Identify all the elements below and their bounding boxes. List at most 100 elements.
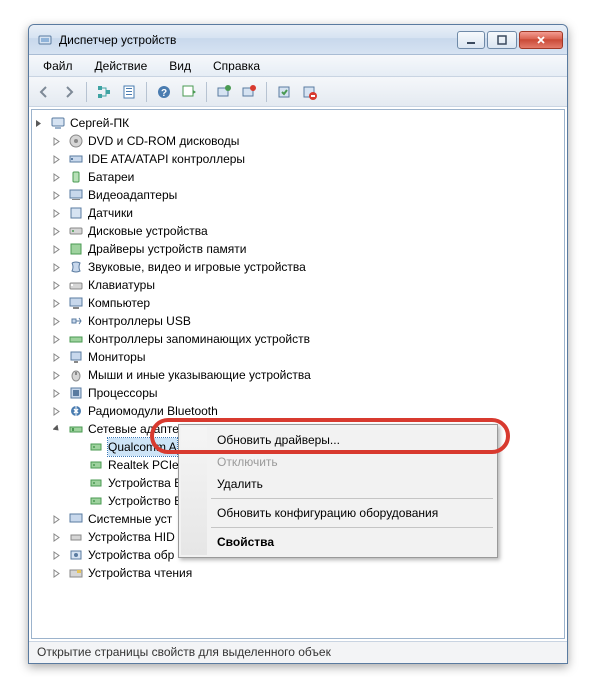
minimize-button[interactable] (457, 31, 485, 49)
expand-icon[interactable] (52, 406, 63, 417)
category-icon (68, 169, 84, 185)
tree-category[interactable]: Дисковые устройства (34, 222, 562, 240)
tb-forward-icon[interactable] (58, 81, 80, 103)
menu-help[interactable]: Справка (203, 57, 270, 75)
category-label: Устройства чтения (88, 564, 192, 582)
device-label: Устройство E (108, 492, 182, 510)
tb-scan-icon[interactable] (178, 81, 200, 103)
category-label: Устройства HID (88, 528, 175, 546)
category-icon (68, 331, 84, 347)
svg-text:?: ? (161, 88, 167, 99)
expand-icon[interactable] (52, 352, 63, 363)
root-label: Сергей-ПК (70, 114, 129, 132)
category-icon (68, 295, 84, 311)
tb-props-icon[interactable] (118, 81, 140, 103)
ctx-disable[interactable]: Отключить (181, 451, 495, 473)
ctx-update-drivers[interactable]: Обновить драйверы... (181, 429, 495, 451)
tb-tree-icon[interactable] (93, 81, 115, 103)
expand-icon[interactable] (52, 424, 63, 435)
expand-icon[interactable] (52, 244, 63, 255)
tree-category[interactable]: Звуковые, видео и игровые устройства (34, 258, 562, 276)
tree-category[interactable]: Процессоры (34, 384, 562, 402)
expand-icon[interactable] (52, 172, 63, 183)
expand-icon[interactable] (52, 298, 63, 309)
category-label: Клавиатуры (88, 276, 155, 294)
tb-disable-icon[interactable] (298, 81, 320, 103)
expand-icon[interactable] (52, 136, 63, 147)
tb-update-icon[interactable] (213, 81, 235, 103)
tb-uninstall-icon[interactable] (238, 81, 260, 103)
category-icon (68, 277, 84, 293)
tree-category[interactable]: DVD и CD-ROM дисководы (34, 132, 562, 150)
category-label: Драйверы устройств памяти (88, 240, 246, 258)
category-icon (68, 133, 84, 149)
tree-category[interactable]: Батареи (34, 168, 562, 186)
collapse-icon[interactable] (34, 118, 45, 129)
category-label: Процессоры (88, 384, 158, 402)
category-label: Звуковые, видео и игровые устройства (88, 258, 306, 276)
category-label: Компьютер (88, 294, 150, 312)
menu-file[interactable]: Файл (33, 57, 83, 75)
expand-icon[interactable] (52, 568, 63, 579)
expand-icon[interactable] (52, 262, 63, 273)
tree-root[interactable]: Сергей-ПК (34, 114, 562, 132)
expand-icon[interactable] (52, 280, 63, 291)
category-label: Мыши и иные указывающие устройства (88, 366, 311, 384)
tree-category[interactable]: Мыши и иные указывающие устройства (34, 366, 562, 384)
tree-category[interactable]: IDE ATA/ATAPI контроллеры (34, 150, 562, 168)
device-label: Устройства E (108, 474, 182, 492)
expand-icon[interactable] (52, 370, 63, 381)
menu-action[interactable]: Действие (85, 57, 158, 75)
status-bar: Открытие страницы свойств для выделенног… (29, 641, 567, 663)
expand-icon[interactable] (52, 550, 63, 561)
ctx-scan-hardware[interactable]: Обновить конфигурацию оборудования (181, 502, 495, 524)
maximize-button[interactable] (487, 31, 517, 49)
tb-help-icon[interactable]: ? (153, 81, 175, 103)
ctx-delete[interactable]: Удалить (181, 473, 495, 495)
tree-category[interactable]: Драйверы устройств памяти (34, 240, 562, 258)
category-icon (68, 151, 84, 167)
tree-category[interactable]: Компьютер (34, 294, 562, 312)
computer-icon (50, 115, 66, 131)
category-label: Дисковые устройства (88, 222, 208, 240)
category-icon (68, 385, 84, 401)
category-icon (68, 205, 84, 221)
tb-back-icon[interactable] (33, 81, 55, 103)
category-icon (68, 511, 84, 527)
expand-icon[interactable] (52, 514, 63, 525)
category-icon (68, 241, 84, 257)
expand-icon[interactable] (52, 190, 63, 201)
network-adapter-icon (88, 457, 104, 473)
expand-icon[interactable] (52, 316, 63, 327)
close-button[interactable] (519, 31, 563, 49)
category-label: Датчики (88, 204, 133, 222)
expand-icon[interactable] (52, 334, 63, 345)
app-icon (37, 32, 53, 48)
tree-category[interactable]: Контроллеры USB (34, 312, 562, 330)
expand-icon[interactable] (52, 532, 63, 543)
expand-icon[interactable] (52, 208, 63, 219)
tree-category[interactable]: Устройства чтения (34, 564, 562, 582)
device-tree[interactable]: Сергей-ПК DVD и CD-ROM дисководыIDE ATA/… (31, 109, 565, 639)
expand-icon[interactable] (52, 154, 63, 165)
category-icon (68, 547, 84, 563)
tree-category[interactable]: Видеоадаптеры (34, 186, 562, 204)
tree-category[interactable]: Клавиатуры (34, 276, 562, 294)
context-menu: Обновить драйверы... Отключить Удалить О… (178, 424, 498, 558)
tb-enable-icon[interactable] (273, 81, 295, 103)
category-icon (68, 223, 84, 239)
network-adapter-icon (88, 493, 104, 509)
tree-category[interactable]: Датчики (34, 204, 562, 222)
category-icon (68, 565, 84, 581)
titlebar[interactable]: Диспетчер устройств (29, 25, 567, 55)
network-adapter-icon (88, 475, 104, 491)
tree-category[interactable]: Мониторы (34, 348, 562, 366)
menubar: Файл Действие Вид Справка (29, 55, 567, 77)
ctx-properties[interactable]: Свойства (181, 531, 495, 553)
category-icon (68, 187, 84, 203)
tree-category[interactable]: Контроллеры запоминающих устройств (34, 330, 562, 348)
tree-category[interactable]: Радиомодули Bluetooth (34, 402, 562, 420)
menu-view[interactable]: Вид (159, 57, 201, 75)
expand-icon[interactable] (52, 226, 63, 237)
expand-icon[interactable] (52, 388, 63, 399)
